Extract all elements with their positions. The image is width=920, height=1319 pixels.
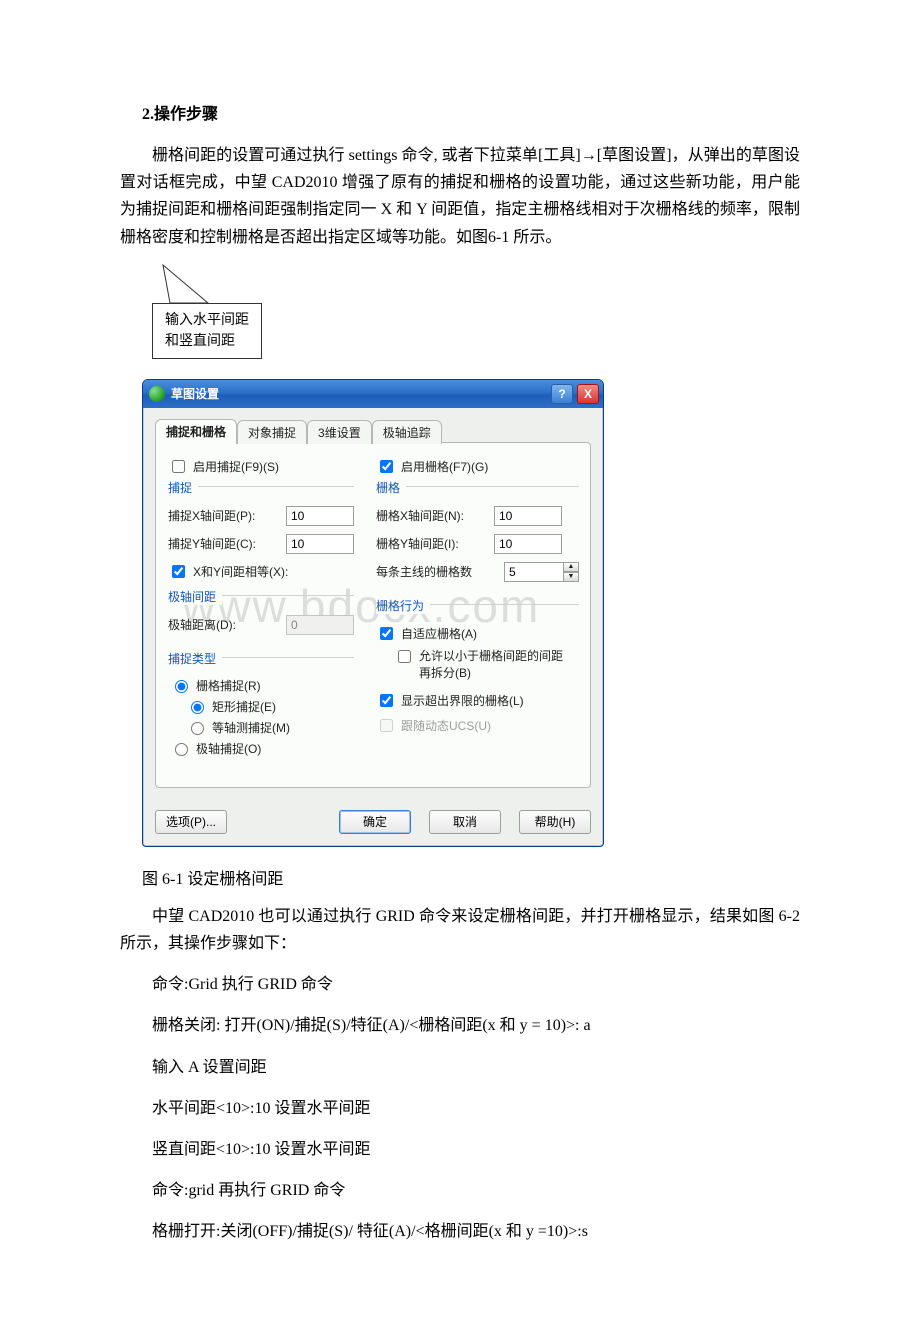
enable-snap-input[interactable] [172,460,185,473]
grid-group-title: 栅格 [376,479,406,496]
adaptive-grid-input[interactable] [380,627,393,640]
outlimits-label: 显示超出界限的栅格(L) [401,692,524,709]
polar-dist-label: 极轴距离(D): [168,616,278,633]
major-line-input[interactable] [504,562,563,582]
grid-behavior-group: 栅格行为 自适应栅格(A) 允许以小于栅格间距的间距再拆分(B) [376,604,579,739]
app-icon [149,386,165,402]
spinner-up-icon[interactable]: ▲ [563,562,579,572]
left-column: 启用捕捉(F9)(S) 捕捉 捕捉X轴间距(P): 捕捉Y轴间距(C): [168,457,354,771]
grid-behavior-title: 栅格行为 [376,597,430,614]
radio-grid-snap-input[interactable] [175,680,188,693]
right-column: 启用栅格(F7)(G) 栅格 栅格X轴间距(N): 栅格Y轴间距(I): [376,457,579,771]
section-heading: 2.操作步骤 [142,100,800,124]
polar-dist-input [286,615,354,635]
enable-grid-input[interactable] [380,460,393,473]
follow-ucs-label: 跟随动态UCS(U) [401,717,491,734]
sketch-settings-dialog: 草图设置 ? X 捕捉和栅格 对象捕捉 3维设置 极轴追踪 [142,379,604,847]
enable-snap-label: 启用捕捉(F9)(S) [193,458,279,475]
xy-equal-input[interactable] [172,565,185,578]
callout-tail-icon [160,263,220,305]
grid-y-input[interactable] [494,534,562,554]
polar-dist-group: 极轴间距 极轴距离(D): [168,595,354,647]
enable-snap-checkbox[interactable]: 启用捕捉(F9)(S) [168,457,354,476]
tab-polar-track[interactable]: 极轴追踪 [372,420,442,444]
snap-x-label: 捕捉X轴间距(P): [168,507,278,524]
paragraph-intro: 栅格间距的设置可通过执行 settings 命令, 或者下拉菜单[工具]→[草图… [120,142,800,251]
follow-ucs-input [380,719,393,732]
major-line-spinner[interactable]: ▲ ▼ [504,562,579,582]
snap-x-input[interactable] [286,506,354,526]
grid-x-input[interactable] [494,506,562,526]
cancel-button[interactable]: 取消 [429,810,501,834]
radio-rect-snap[interactable]: 矩形捕捉(E) [186,698,354,715]
window-help-button[interactable]: ? [551,384,573,404]
callout-text: 输入水平间距 和竖直间距 [152,303,262,359]
xy-equal-label: X和Y间距相等(X): [193,563,288,580]
enable-grid-checkbox[interactable]: 启用栅格(F7)(G) [376,457,579,476]
xy-equal-checkbox[interactable]: X和Y间距相等(X): [168,562,354,581]
radio-iso-snap-input[interactable] [191,722,204,735]
spinner-down-icon[interactable]: ▼ [563,572,579,582]
radio-iso-snap-label: 等轴测捕捉(M) [212,719,290,736]
radio-polar-snap-input[interactable] [175,743,188,756]
tabs: 捕捉和栅格 对象捕捉 3维设置 极轴追踪 [155,418,591,443]
grid-x-label: 栅格X轴间距(N): [376,507,486,524]
snap-group-title: 捕捉 [168,479,198,496]
paragraph-2: 中望 CAD2010 也可以通过执行 GRID 命令来设定栅格间距，并打开栅格显… [120,903,800,957]
radio-polar-snap[interactable]: 极轴捕捉(O) [170,740,354,757]
dialog-footer: 选项(P)... 确定 取消 帮助(H) [143,800,603,846]
grid-y-label: 栅格Y轴间距(I): [376,535,486,552]
snap-type-title: 捕捉类型 [168,650,222,667]
cmd-line-7: 格栅打开:关闭(OFF)/捕捉(S)/ 特征(A)/<格栅间距(x 和 y =1… [120,1218,800,1245]
window-close-button[interactable]: X [577,384,599,404]
outlimits-input[interactable] [380,694,393,707]
cmd-line-3: 输入 A 设置间距 [120,1054,800,1081]
subdivide-input[interactable] [398,650,411,663]
polar-dist-title: 极轴间距 [168,588,222,605]
figure-caption: 图 6-1 设定栅格间距 [142,865,800,889]
snap-y-input[interactable] [286,534,354,554]
radio-polar-snap-label: 极轴捕捉(O) [196,740,261,757]
radio-grid-snap-label: 栅格捕捉(R) [196,677,261,694]
help-button[interactable]: 帮助(H) [519,810,591,834]
radio-rect-snap-label: 矩形捕捉(E) [212,698,276,715]
subdivide-label: 允许以小于栅格间距的间距再拆分(B) [419,647,569,681]
subdivide-checkbox[interactable]: 允许以小于栅格间距的间距再拆分(B) [394,647,579,681]
dialog-title: 草图设置 [171,385,219,402]
tab-object-snap[interactable]: 对象捕捉 [237,420,307,444]
radio-rect-snap-input[interactable] [191,701,204,714]
major-line-label: 每条主线的栅格数 [376,563,496,580]
grid-group: 栅格 栅格X轴间距(N): 栅格Y轴间距(I): [376,486,579,594]
outlimits-checkbox[interactable]: 显示超出界限的栅格(L) [376,691,579,710]
cmd-line-4: 水平间距<10>:10 设置水平间距 [120,1095,800,1122]
snap-y-label: 捕捉Y轴间距(C): [168,535,278,552]
tab-3d-settings[interactable]: 3维设置 [307,420,372,444]
tab-snap-grid[interactable]: 捕捉和栅格 [155,419,237,444]
cmd-line-2: 栅格关闭: 打开(ON)/捕捉(S)/特征(A)/<栅格间距(x 和 y = 1… [120,1012,800,1039]
enable-grid-label: 启用栅格(F7)(G) [401,458,488,475]
tab-panel: 启用捕捉(F9)(S) 捕捉 捕捉X轴间距(P): 捕捉Y轴间距(C): [155,442,591,788]
callout: 输入水平间距 和竖直间距 [142,265,800,375]
ok-button[interactable]: 确定 [339,810,411,834]
options-button[interactable]: 选项(P)... [155,810,227,834]
snap-group: 捕捉 捕捉X轴间距(P): 捕捉Y轴间距(C): [168,486,354,585]
dialog-titlebar[interactable]: 草图设置 ? X [143,380,603,408]
adaptive-grid-label: 自适应栅格(A) [401,625,477,642]
cmd-line-1: 命令:Grid 执行 GRID 命令 [120,971,800,998]
snap-type-group: 捕捉类型 栅格捕捉(R) 矩形捕捉(E) [168,657,354,765]
adaptive-grid-checkbox[interactable]: 自适应栅格(A) [376,624,579,643]
cmd-line-5: 竖直间距<10>:10 设置水平间距 [120,1136,800,1163]
follow-ucs-checkbox: 跟随动态UCS(U) [376,716,579,735]
radio-iso-snap[interactable]: 等轴测捕捉(M) [186,719,354,736]
radio-grid-snap[interactable]: 栅格捕捉(R) [170,677,354,694]
cmd-line-6: 命令:grid 再执行 GRID 命令 [120,1177,800,1204]
